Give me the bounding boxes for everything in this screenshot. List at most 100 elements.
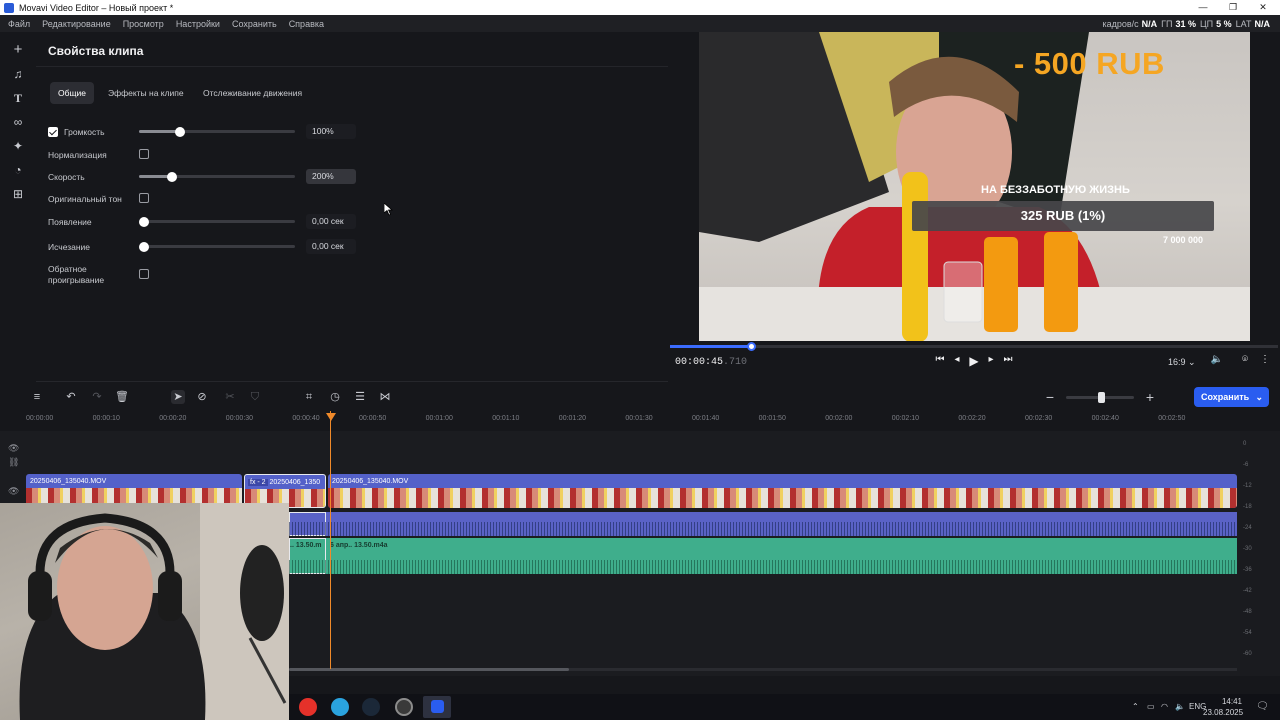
volume-value-field[interactable]: 100% [306, 124, 356, 139]
track-visibility-icon[interactable]: 👁 [8, 443, 19, 454]
minimize-icon[interactable]: — [1188, 0, 1218, 15]
volume-slider[interactable] [139, 126, 295, 137]
audio-level-meter: 0 -6 -12 -18 -24 -30 -36 -42 -48 -54 -60 [1240, 431, 1280, 676]
zoom-slider-handle[interactable] [1098, 392, 1105, 403]
volume-icon[interactable]: 🔈 [1210, 354, 1224, 365]
track-link-icon[interactable]: ⛓ [8, 457, 19, 468]
more-menu-icon[interactable]: ⋮ [1258, 354, 1272, 365]
next-frame-icon[interactable]: ▸ [984, 354, 998, 365]
scrubber-handle[interactable] [747, 342, 756, 351]
aspect-ratio-value: 16:9 [1168, 357, 1186, 367]
import-plus-icon[interactable]: + [9, 41, 27, 59]
telegram-icon[interactable] [331, 698, 349, 716]
menu-bar: Файл Редактирование Просмотр Настройки С… [0, 15, 1280, 32]
tray-wifi-icon[interactable]: ◠ [1161, 702, 1168, 711]
skip-end-icon[interactable]: ⏭ [1001, 354, 1015, 365]
transitions-icon[interactable]: ∞ [9, 113, 27, 131]
delete-icon[interactable]: 🗑 [115, 390, 129, 404]
text-icon[interactable]: T [9, 89, 27, 107]
audio-track-clip[interactable] [289, 512, 1237, 536]
fade-out-slider-handle[interactable] [139, 241, 149, 252]
select-tool-icon[interactable]: ➤ [171, 390, 185, 404]
more-tools-icon[interactable]: ⊞ [9, 185, 27, 203]
redo-icon[interactable]: ↷ [90, 390, 104, 404]
menu-help[interactable]: Справка [289, 19, 324, 29]
tab-clip-effects[interactable]: Эффекты на клипе [100, 82, 192, 104]
save-button[interactable]: Сохранить ⌄ [1194, 387, 1269, 407]
notifications-icon[interactable]: 🗨 [1256, 701, 1269, 712]
undo-icon[interactable]: ↶ [64, 390, 78, 404]
zoom-out-icon[interactable]: − [1043, 390, 1057, 404]
movavi-taskbar-button[interactable] [423, 696, 451, 718]
play-icon[interactable]: ▶ [967, 354, 981, 368]
volume-checkbox[interactable] [48, 127, 58, 137]
video-clip[interactable]: 20250406_135040.MOV [328, 474, 1237, 508]
ruler-tick-label: 00:02:50 [1158, 415, 1186, 422]
fps-value: N/A [1141, 18, 1158, 29]
meter-tick-label: -54 [1243, 630, 1252, 636]
fade-in-slider-handle[interactable] [139, 216, 149, 227]
tray-clock-date[interactable]: 23.08.2025 [1203, 708, 1243, 717]
music-track-clip[interactable]: .. 13.50.m 6 апр.. 13.50.m4a [289, 538, 1237, 574]
fade-out-label: Исчезание [48, 242, 91, 252]
aspect-ratio-select[interactable]: 16:9 ⌄ [1168, 357, 1196, 368]
crop-icon[interactable]: ⌗ [302, 390, 316, 404]
playhead-line[interactable] [330, 411, 331, 669]
timeline-scrollbar-thumb[interactable] [289, 668, 569, 671]
blade-tool-icon[interactable]: ⊘ [195, 390, 209, 404]
timeline-ruler[interactable]: 00:00:00 00:00:10 00:00:20 00:00:30 00:00:40… [0, 411, 1240, 431]
yandex-browser-icon[interactable] [299, 698, 317, 716]
tab-motion-tracking[interactable]: Отслеживание движения [195, 82, 310, 104]
transition-icon[interactable]: ⋈ [378, 390, 392, 404]
menu-settings[interactable]: Настройки [176, 19, 220, 29]
zoom-slider[interactable] [1066, 392, 1134, 403]
reverse-playback-checkbox[interactable] [139, 269, 149, 279]
menu-file[interactable]: Файл [8, 19, 30, 29]
marker-icon[interactable]: ⛉ [248, 390, 262, 404]
tab-general[interactable]: Общие [50, 82, 94, 104]
menu-save[interactable]: Сохранить [232, 19, 277, 29]
filters-icon[interactable]: ◔ [9, 161, 27, 179]
fade-in-value-field[interactable]: 0,00 сек [306, 214, 356, 229]
volume-slider-handle[interactable] [174, 126, 185, 137]
menu-view[interactable]: Просмотр [123, 19, 164, 29]
tray-volume-icon[interactable]: 🔈 [1175, 702, 1185, 711]
prev-frame-icon[interactable]: ◂ [950, 354, 964, 365]
window-title: Movavi Video Editor – Новый проект * [19, 2, 174, 13]
webcam-overlay [0, 503, 289, 720]
tray-chevron-icon[interactable]: ⌃ [1132, 702, 1139, 711]
meter-tick-label: -42 [1243, 588, 1252, 594]
music-icon[interactable]: ♫ [9, 65, 27, 83]
track-visibility-icon[interactable]: 👁 [8, 486, 19, 497]
tray-clock-time[interactable]: 14:41 [1214, 697, 1242, 706]
video-frame[interactable]: - 500 RUB НА БЕЗЗАБОТНУЮ ЖИЗНЬ 325 RUB (… [699, 32, 1250, 341]
split-icon[interactable]: ✂ [223, 390, 237, 404]
obs-icon[interactable] [395, 698, 413, 716]
adjust-icon[interactable]: ☰ [353, 390, 367, 404]
zoom-in-icon[interactable]: + [1143, 390, 1157, 404]
steam-icon[interactable] [362, 698, 380, 716]
fade-out-slider[interactable] [139, 241, 295, 252]
playhead-handle[interactable] [326, 413, 336, 421]
track-settings-icon[interactable]: ≡ [30, 390, 44, 404]
restore-icon[interactable]: ❐ [1218, 0, 1248, 15]
speed-value-field[interactable]: 200% [306, 169, 356, 184]
menu-edit[interactable]: Редактирование [42, 19, 111, 29]
mouse-cursor-icon [384, 203, 393, 216]
snapshot-icon[interactable]: ⌾ [1238, 354, 1252, 365]
tray-network-icon[interactable]: ▭ [1147, 702, 1155, 711]
speed-slider[interactable] [139, 171, 295, 182]
normalization-checkbox[interactable] [139, 149, 149, 159]
close-icon[interactable]: ✕ [1248, 0, 1278, 15]
effects-icon[interactable]: ✦ [9, 137, 27, 155]
original-tone-checkbox[interactable] [139, 193, 149, 203]
speed-slider-handle[interactable] [166, 171, 177, 182]
fade-in-slider[interactable] [139, 216, 295, 227]
timecode-fraction: .710 [723, 357, 748, 368]
timeline-scrollbar[interactable] [289, 668, 1237, 671]
preview-scrubber[interactable] [670, 342, 1278, 351]
gpu-value: 31 % [1175, 18, 1196, 29]
skip-start-icon[interactable]: ⏮ [933, 354, 947, 365]
speed-icon[interactable]: ◷ [328, 390, 342, 404]
fade-out-value-field[interactable]: 0,00 сек [306, 239, 356, 254]
